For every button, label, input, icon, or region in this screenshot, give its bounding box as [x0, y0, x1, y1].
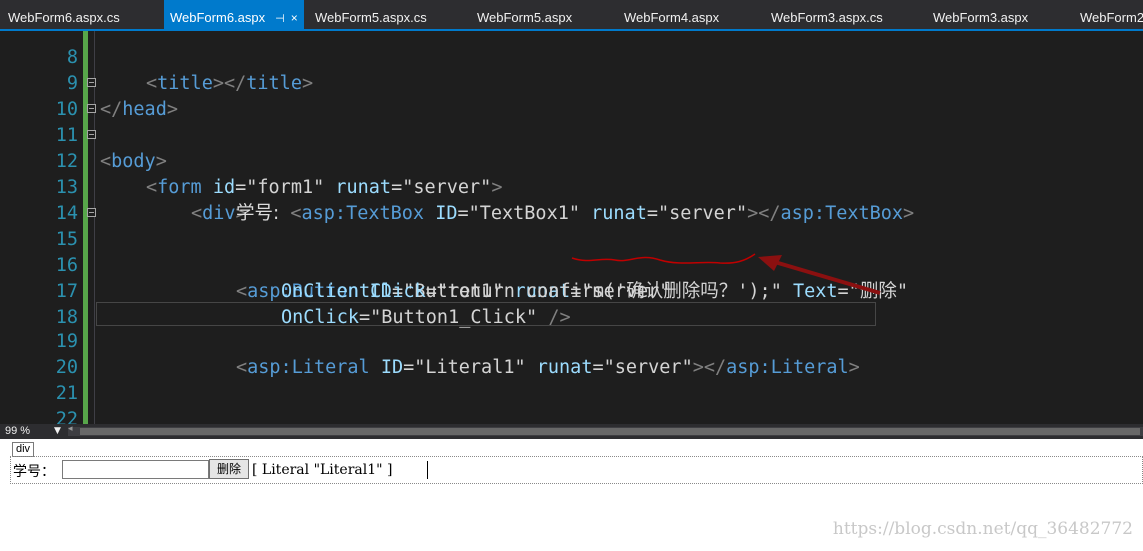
code-editor[interactable]: 8 <title></title> 9 </head> 10 <body> 11…	[0, 31, 1143, 424]
tab-webform2[interactable]: WebForm2	[1080, 0, 1143, 29]
tab-label: WebForm5.aspx.cs	[315, 10, 427, 25]
tab-label: WebForm6.aspx.cs	[8, 10, 120, 25]
textbox1-preview[interactable]	[62, 460, 209, 479]
tab-webform6-cs[interactable]: WebForm6.aspx.cs	[8, 0, 120, 29]
tab-label: WebForm2	[1080, 10, 1143, 25]
tab-webform3-aspx[interactable]: WebForm3.aspx	[933, 0, 1028, 29]
tab-label: WebForm3.aspx.cs	[771, 10, 883, 25]
tab-webform6-aspx[interactable]: WebForm6.aspx ⊣ ×	[164, 0, 304, 29]
tab-label: WebForm5.aspx	[477, 10, 573, 25]
scrollbar-thumb[interactable]	[80, 428, 1140, 435]
delete-button-preview[interactable]: 删除	[209, 459, 249, 479]
scroll-left-icon[interactable]: ◂	[68, 424, 73, 434]
tab-webform5-aspx[interactable]: WebForm5.aspx	[477, 0, 572, 29]
tab-webform5-cs[interactable]: WebForm5.aspx.cs	[315, 0, 427, 29]
watermark-url: https://blog.csdn.net/qq_36482772	[832, 519, 1133, 539]
tab-label: WebForm4.aspx	[624, 10, 720, 25]
editor-status-strip: 99 % ▼ ◂	[0, 424, 1143, 439]
tab-label: WebForm6.aspx	[170, 10, 266, 25]
literal1-preview[interactable]: [ Literal "Literal1" ]	[252, 462, 392, 478]
zoom-level[interactable]: 99 %	[5, 424, 30, 439]
text-cursor	[427, 461, 428, 479]
document-tab-bar: WebForm6.aspx.cs WebForm6.aspx ⊣ × WebForm…	[0, 0, 1143, 31]
student-id-label: 学号：	[13, 464, 55, 480]
tab-webform4-aspx[interactable]: WebForm4.aspx	[624, 0, 719, 29]
tab-webform3-cs[interactable]: WebForm3.aspx.cs	[771, 0, 883, 29]
design-view[interactable]: div 学号： 删除 [ Literal "Literal1" ] https:…	[0, 439, 1143, 551]
annotation-arrow	[571, 253, 881, 295]
tab-label: WebForm3.aspx	[933, 10, 1029, 25]
horizontal-scrollbar[interactable]: ◂	[68, 424, 1143, 436]
div-tag-label[interactable]: div	[12, 442, 35, 457]
chevron-down-icon[interactable]: ▼	[54, 424, 61, 439]
